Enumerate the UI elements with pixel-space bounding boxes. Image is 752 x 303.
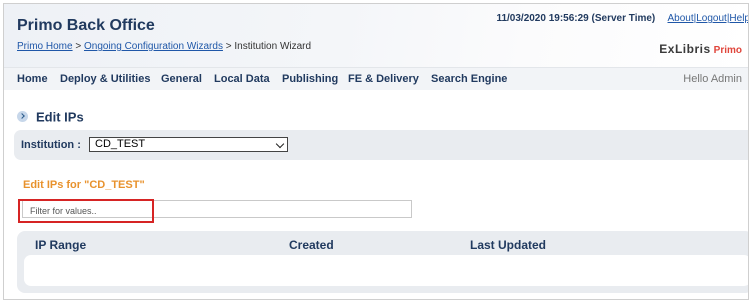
server-time: 11/03/2020 19:56:29 (Server Time): [496, 13, 656, 24]
table-body: [24, 255, 748, 286]
nav-fe-delivery[interactable]: FE & Delivery: [348, 73, 419, 85]
filter-field[interactable]: [22, 200, 412, 218]
edit-ips-heading: Edit IPs for "CD_TEST": [23, 179, 145, 191]
chevron-right-icon: [17, 111, 28, 123]
logout-link[interactable]: Logout|: [696, 13, 729, 24]
breadcrumb-separator: >: [72, 41, 84, 52]
chevron-down-icon: [275, 139, 285, 149]
ip-table: IP Range Created Last Updated: [17, 231, 748, 293]
nav-search-engine[interactable]: Search Engine: [431, 73, 507, 85]
nav-local-data[interactable]: Local Data: [214, 73, 270, 85]
help-link[interactable]: Help: [729, 13, 748, 24]
column-header-last-updated[interactable]: Last Updated: [470, 238, 546, 252]
section-title-text: Edit IPs: [36, 109, 84, 125]
app-title: Primo Back Office: [17, 17, 155, 34]
nav-general[interactable]: General: [161, 73, 202, 85]
institution-label: Institution :: [21, 139, 81, 151]
section-title: Edit IPs: [17, 108, 84, 124]
institution-select[interactable]: CD_TEST: [89, 137, 288, 152]
institution-selected-value: CD_TEST: [95, 138, 146, 150]
column-header-ip-range[interactable]: IP Range: [35, 238, 86, 252]
top-links: 11/03/2020 19:56:29 (Server Time) About|…: [496, 13, 748, 24]
main-nav: Home Deploy & Utilities General Local Da…: [4, 67, 748, 90]
breadcrumb-separator: >: [222, 41, 235, 52]
institution-bar: Institution : CD_TEST: [14, 130, 748, 160]
nav-publishing[interactable]: Publishing: [282, 73, 338, 85]
logo-brand: ExLibris: [659, 42, 711, 56]
breadcrumb-primo-home[interactable]: Primo Home: [17, 41, 73, 52]
page-frame: Primo Back Office Primo Home > Ongoing C…: [3, 3, 749, 300]
logo-product: Primo: [713, 45, 742, 56]
nav-home[interactable]: Home: [17, 73, 48, 85]
breadcrumb: Primo Home > Ongoing Configuration Wizar…: [17, 41, 311, 52]
exlibris-primo-logo: ExLibris Primo: [659, 42, 742, 56]
filter-input[interactable]: [30, 204, 150, 218]
breadcrumb-ongoing-wizards[interactable]: Ongoing Configuration Wizards: [84, 41, 223, 52]
nav-deploy-utilities[interactable]: Deploy & Utilities: [60, 73, 150, 85]
about-link[interactable]: About|: [668, 13, 697, 24]
column-header-created[interactable]: Created: [289, 238, 334, 252]
header: Primo Back Office Primo Home > Ongoing C…: [4, 4, 748, 67]
breadcrumb-current: Institution Wizard: [234, 41, 312, 52]
user-greeting: Hello Admin: [683, 73, 742, 85]
